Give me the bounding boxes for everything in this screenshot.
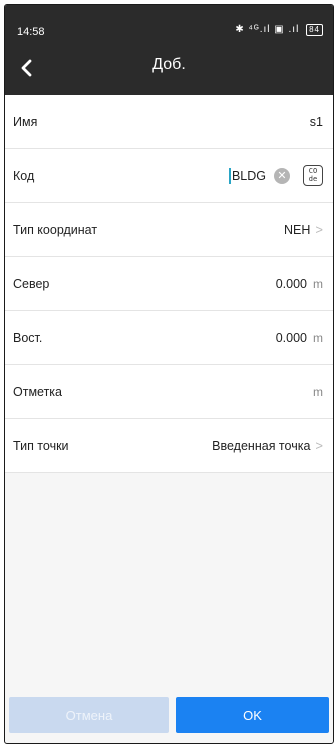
chevron-right-icon: > [315, 438, 323, 453]
code-label: Код [13, 168, 35, 183]
east-unit: m [313, 330, 323, 345]
elevation-label: Отметка [13, 384, 62, 399]
east-label: Вост. [13, 330, 43, 345]
signal-icons: ✱ ⁴ᴳ.ıl ▣ .ıl [235, 24, 300, 35]
elevation-row: Отметка m [5, 365, 333, 419]
page-title: Доб. [152, 56, 186, 73]
name-label: Имя [13, 114, 38, 129]
chevron-right-icon: > [315, 222, 323, 237]
status-time: 14:58 [17, 26, 45, 38]
point-type-label: Тип точки [13, 438, 69, 453]
add-point-form: Имя s1 Код BLDG ✕ CO de Тип координат NE… [5, 95, 333, 473]
nav-bar: Доб. [5, 45, 333, 95]
point-type-row[interactable]: Тип точки Введенная точка > [5, 419, 333, 473]
battery-icon: 84 [306, 24, 323, 36]
east-input[interactable]: 0.000 [276, 331, 307, 345]
clear-icon[interactable]: ✕ [274, 167, 290, 184]
name-value[interactable]: s1 [310, 115, 323, 129]
code-input[interactable]: BLDG ✕ CO de [228, 165, 323, 186]
phone-screen: 14:58 ✱ ⁴ᴳ.ıl ▣ .ıl 84 Доб. Имя s1 Код B… [4, 4, 334, 744]
code-list-icon-text: CO de [308, 167, 318, 183]
north-input[interactable]: 0.000 [276, 277, 307, 291]
elevation-unit: m [313, 384, 323, 399]
north-row: Север 0.000 m [5, 257, 333, 311]
status-bar: 14:58 ✱ ⁴ᴳ.ıl ▣ .ıl 84 [5, 5, 333, 45]
code-value[interactable]: BLDG [232, 169, 266, 183]
north-unit: m [313, 276, 323, 291]
text-cursor [228, 167, 231, 184]
header: 14:58 ✱ ⁴ᴳ.ıl ▣ .ıl 84 Доб. [5, 5, 333, 95]
code-list-icon[interactable]: CO de [303, 165, 323, 186]
point-type-value: Введенная точка [212, 438, 311, 453]
coord-type-label: Тип координат [13, 222, 98, 237]
coord-type-value: NEH [284, 222, 311, 237]
status-icons: ✱ ⁴ᴳ.ıl ▣ .ıl 84 [235, 24, 323, 36]
code-row: Код BLDG ✕ CO de [5, 149, 333, 203]
name-row[interactable]: Имя s1 [5, 95, 333, 149]
east-row: Вост. 0.000 m [5, 311, 333, 365]
coord-type-row[interactable]: Тип координат NEH > [5, 203, 333, 257]
north-label: Север [13, 276, 50, 291]
cancel-button[interactable]: Отмена [9, 697, 169, 733]
action-bar: Отмена OK [5, 697, 333, 743]
ok-button[interactable]: OK [176, 697, 329, 733]
